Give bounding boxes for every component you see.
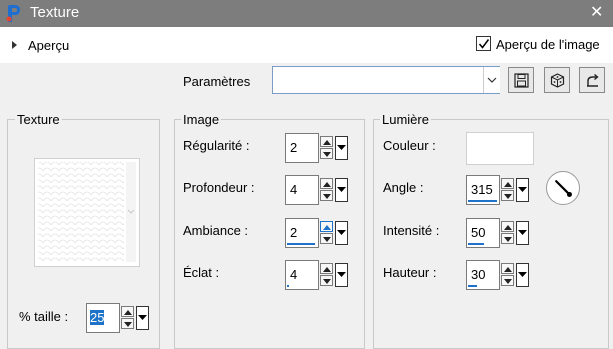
profondeur-dropdown[interactable] xyxy=(335,178,348,202)
preview-toggle-label[interactable]: Aperçu xyxy=(28,38,69,53)
hauteur-up-arrow[interactable] xyxy=(501,263,514,274)
eclat-input[interactable]: 4 xyxy=(285,260,319,290)
hauteur-input[interactable]: 30 xyxy=(466,260,500,290)
regularite-down-arrow[interactable] xyxy=(320,148,333,159)
profondeur-label: Profondeur : xyxy=(183,180,255,195)
intensite-value: 50 xyxy=(471,225,486,240)
regularite-value: 2 xyxy=(290,140,298,155)
eclat-value: 4 xyxy=(290,267,298,282)
angle-dial[interactable] xyxy=(546,171,580,205)
angle-input[interactable]: 315 xyxy=(466,175,500,205)
hauteur-label: Hauteur : xyxy=(383,265,437,280)
lumiere-group-title: Lumière xyxy=(380,112,431,127)
checkmark-icon xyxy=(478,39,490,49)
hauteur-down-arrow[interactable] xyxy=(501,275,514,286)
app-logo-icon xyxy=(6,4,22,23)
angle-needle-icon xyxy=(555,180,572,197)
angle-value: 315 xyxy=(471,182,493,197)
ambiance-level-bar xyxy=(287,243,315,245)
params-label: Paramètres xyxy=(183,74,251,89)
ambiance-dropdown[interactable] xyxy=(335,221,348,245)
size-up-arrow[interactable] xyxy=(121,306,134,317)
window-title: Texture xyxy=(30,4,80,21)
size-down-arrow[interactable] xyxy=(121,318,134,329)
intensite-level-bar xyxy=(468,243,484,245)
angle-up-arrow[interactable] xyxy=(501,178,514,189)
intensite-dropdown[interactable] xyxy=(516,221,529,245)
ambiance-down-arrow[interactable] xyxy=(320,233,333,244)
hauteur-value: 30 xyxy=(471,267,486,282)
light-color-swatch[interactable] xyxy=(466,132,534,165)
texture-preview[interactable] xyxy=(34,158,140,267)
angle-level-bar xyxy=(468,200,497,202)
size-dropdown[interactable] xyxy=(136,306,149,330)
eclat-level-bar xyxy=(287,285,289,287)
intensite-up-arrow[interactable] xyxy=(501,221,514,232)
intensite-down-arrow[interactable] xyxy=(501,233,514,244)
ambiance-up-arrow[interactable] xyxy=(320,221,333,232)
image-group-title: Image xyxy=(181,112,222,127)
expand-arrow-icon[interactable] xyxy=(12,41,17,49)
eclat-down-arrow[interactable] xyxy=(320,275,333,286)
save-preset-button[interactable] xyxy=(508,67,534,93)
size-label: % taille : xyxy=(19,309,69,324)
profondeur-value: 4 xyxy=(290,182,298,197)
params-combo[interactable] xyxy=(272,66,500,94)
randomize-button[interactable] xyxy=(544,67,570,93)
randomize-icon xyxy=(550,73,565,88)
size-input[interactable]: 25 xyxy=(86,303,120,333)
profondeur-down-arrow[interactable] xyxy=(320,190,333,201)
ambiance-value: 2 xyxy=(290,225,298,240)
angle-label: Angle : xyxy=(383,180,424,195)
regularite-input[interactable]: 2 xyxy=(285,133,319,163)
texture-pattern-icon xyxy=(38,162,136,262)
profondeur-up-arrow[interactable] xyxy=(320,178,333,189)
image-preview-label[interactable]: Aperçu de l'image xyxy=(496,37,600,52)
title-bar xyxy=(0,0,613,27)
regularite-up-arrow[interactable] xyxy=(320,136,333,147)
regularite-dropdown[interactable] xyxy=(335,136,348,160)
ambiance-input[interactable]: 2 xyxy=(285,218,319,248)
ambiance-label: Ambiance : xyxy=(183,223,249,238)
close-button[interactable]: ✕ xyxy=(590,3,603,23)
eclat-dropdown[interactable] xyxy=(335,263,348,287)
size-value: 25 xyxy=(90,310,105,325)
reset-button[interactable] xyxy=(579,67,605,93)
angle-down-arrow[interactable] xyxy=(501,190,514,201)
couleur-label: Couleur : xyxy=(383,138,436,153)
eclat-label: Éclat : xyxy=(183,265,220,280)
intensite-input[interactable]: 50 xyxy=(466,218,500,248)
image-preview-checkbox[interactable] xyxy=(476,36,491,51)
angle-dropdown[interactable] xyxy=(516,178,529,202)
save-icon xyxy=(514,73,529,88)
hauteur-dropdown[interactable] xyxy=(516,263,529,287)
chevron-down-icon[interactable] xyxy=(483,67,500,93)
hauteur-level-bar xyxy=(468,285,477,287)
intensite-label: Intensité : xyxy=(383,223,440,238)
texture-group-title: Texture xyxy=(15,112,62,127)
eclat-up-arrow[interactable] xyxy=(320,263,333,274)
reset-icon xyxy=(587,73,599,87)
regularite-label: Régularité : xyxy=(183,138,250,153)
profondeur-input[interactable]: 4 xyxy=(285,175,319,205)
